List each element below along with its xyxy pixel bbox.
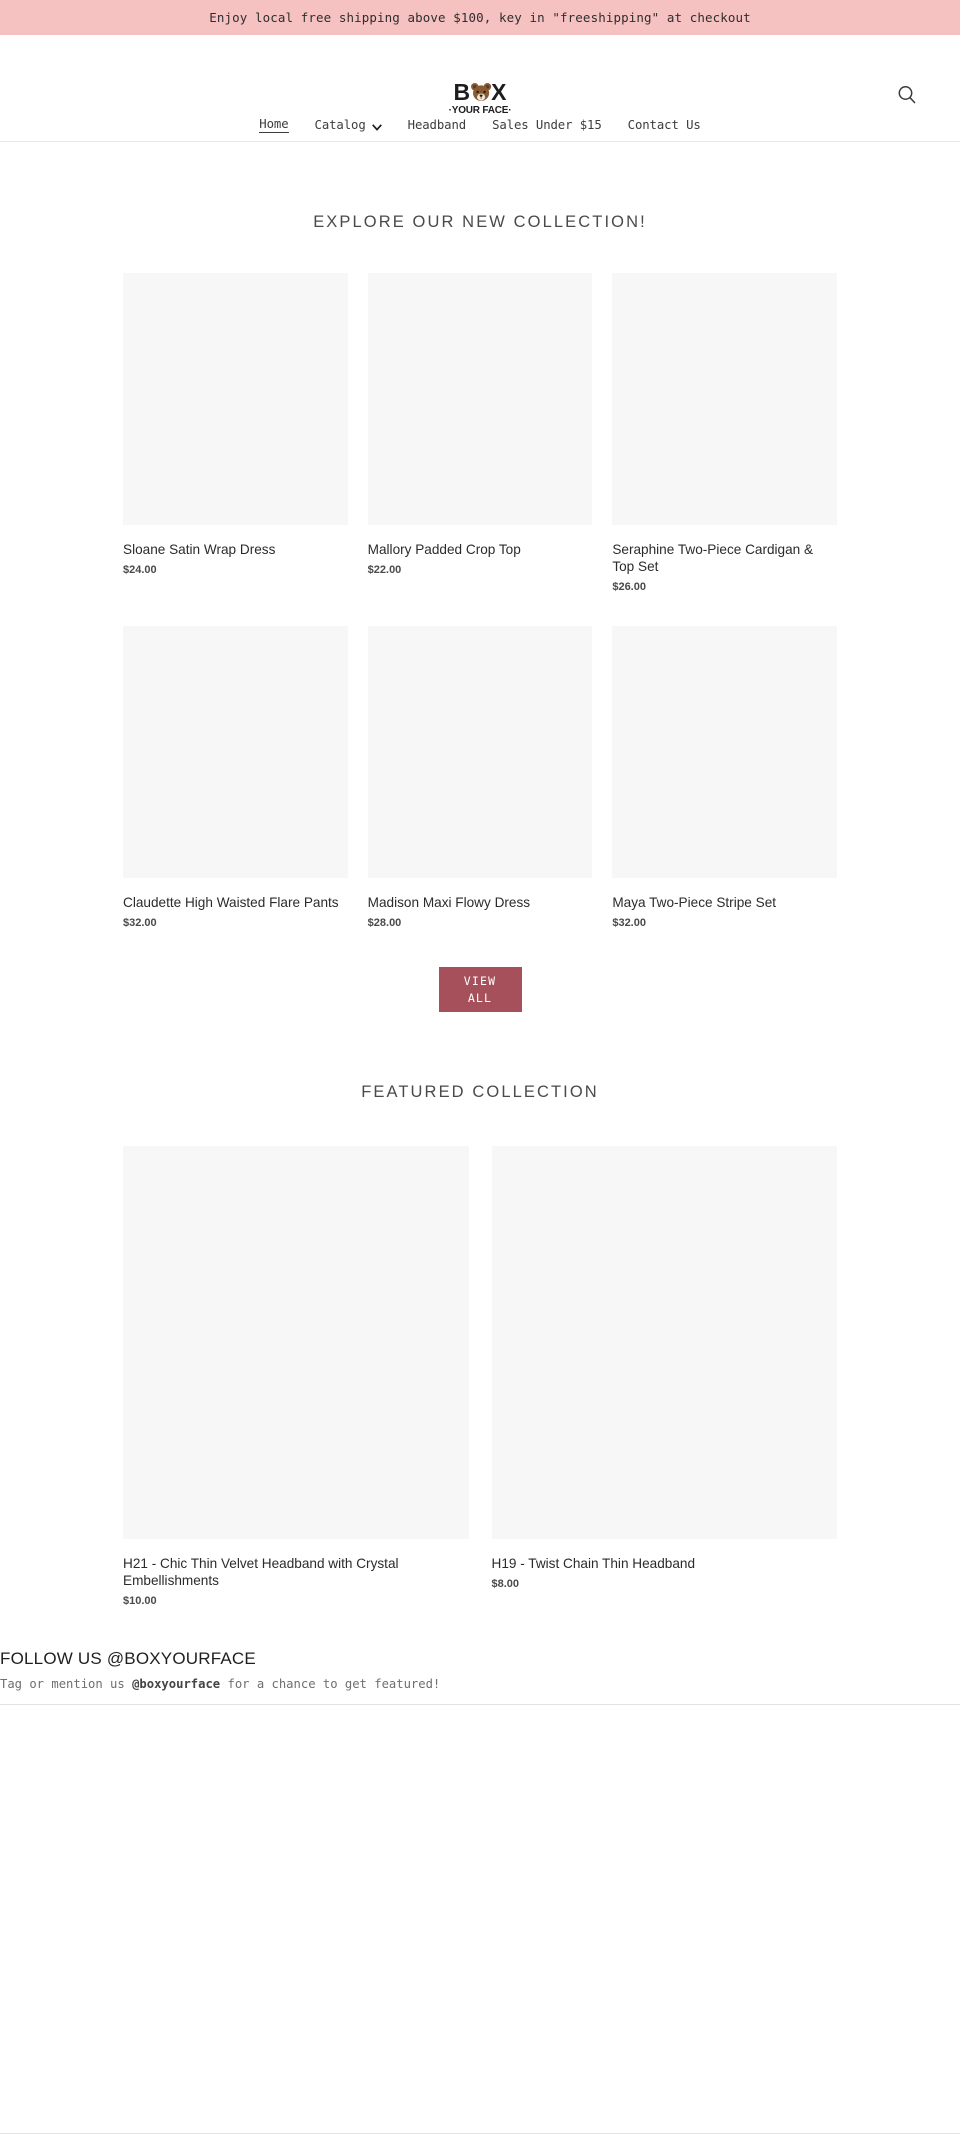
follow-us-heading: FOLLOW US @BOXYOURFACE (0, 1649, 256, 1668)
nav-label: Headband (407, 118, 467, 132)
logo-wordmark: B X (449, 81, 512, 104)
product-price: $32.00 (123, 917, 157, 929)
nav-label: Sales Under $15 (492, 118, 602, 132)
featured-collection-section: FEATURED COLLECTION H21 - Chic Thin Velv… (0, 1083, 960, 1607)
new-collection-heading: EXPLORE OUR NEW COLLECTION! (313, 213, 647, 231)
product-card[interactable]: Mallory Padded Crop Top $22.00 (367, 273, 593, 593)
logo-tagline: ·YOUR FACE· (448, 105, 512, 116)
product-price: $24.00 (123, 564, 157, 576)
follow-us-subtitle: Tag or mention us @boxyourface for a cha… (0, 1677, 960, 1691)
follow-sub-before: Tag or mention us (0, 1677, 133, 1691)
nav-label: Home (259, 117, 289, 133)
featured-collection-grid: H21 - Chic Thin Velvet Headband with Cry… (0, 1146, 960, 1607)
product-price: $26.00 (612, 581, 646, 593)
view-all-container: VIEW ALL (0, 967, 960, 1012)
product-card[interactable]: H19 - Twist Chain Thin Headband $8.00 (491, 1146, 837, 1607)
view-all-button[interactable]: VIEW ALL (438, 967, 522, 1012)
view-all-line-1: VIEW (463, 973, 497, 988)
product-price: $32.00 (612, 917, 646, 929)
follow-handle[interactable]: @boxyourface (132, 1677, 220, 1691)
product-image (367, 626, 593, 878)
nav-label: Contact Us (627, 118, 701, 132)
product-image (123, 626, 348, 878)
product-title: Maya Two-Piece Stripe Set (612, 895, 777, 910)
product-card[interactable]: Seraphine Two-Piece Cardigan & Top Set $… (612, 273, 837, 593)
new-collection-grid: Sloane Satin Wrap Dress $24.00 Mallory P… (0, 273, 960, 929)
product-title: Claudette High Waisted Flare Pants (123, 895, 339, 910)
announcement-text: Enjoy local free shipping above $100, ke… (209, 10, 751, 25)
product-image (123, 273, 348, 525)
product-price: $10.00 (123, 1595, 157, 1607)
nav-item-headband[interactable]: Headband (395, 118, 479, 132)
product-image (491, 1146, 837, 1539)
product-card[interactable]: Maya Two-Piece Stripe Set $32.00 (612, 626, 837, 929)
site-header: B X ·YOUR FACE· Home Catalog Headband Sa… (0, 35, 960, 142)
logo-letter-b: B (453, 79, 471, 105)
chevron-down-icon (371, 121, 382, 132)
product-image (367, 273, 593, 525)
follow-sub-after: for a chance to get featured! (220, 1677, 441, 1691)
featured-collection-heading: FEATURED COLLECTION (361, 1083, 599, 1101)
product-card[interactable]: Madison Maxi Flowy Dress $28.00 (367, 626, 593, 929)
product-card[interactable]: H21 - Chic Thin Velvet Headband with Cry… (123, 1146, 469, 1607)
product-price: $8.00 (491, 1578, 520, 1590)
nav-item-sales-under-15[interactable]: Sales Under $15 (479, 118, 615, 132)
nav-item-home[interactable]: Home (246, 117, 301, 133)
bear-head-icon (469, 81, 492, 104)
product-price: $22.00 (367, 564, 402, 576)
logo-letter-x: X (491, 79, 507, 105)
follow-us-section: FOLLOW US @BOXYOURFACE Tag or mention us… (0, 1649, 960, 2134)
product-title: Seraphine Two-Piece Cardigan & Top Set (612, 542, 814, 574)
product-title: Madison Maxi Flowy Dress (367, 895, 531, 910)
product-title: Mallory Padded Crop Top (367, 542, 521, 557)
announcement-bar: Enjoy local free shipping above $100, ke… (0, 0, 960, 35)
nav-label: Catalog (314, 118, 366, 132)
site-logo[interactable]: B X ·YOUR FACE· (449, 81, 512, 116)
main-navigation: Home Catalog Headband Sales Under $15 Co… (0, 117, 960, 133)
product-image (612, 626, 837, 878)
product-image (123, 1146, 469, 1539)
product-title: H19 - Twist Chain Thin Headband (491, 1556, 696, 1571)
product-card[interactable]: Sloane Satin Wrap Dress $24.00 (123, 273, 348, 593)
view-all-line-2: ALL (467, 990, 493, 1005)
nav-item-catalog[interactable]: Catalog (302, 118, 395, 132)
product-image (612, 273, 837, 525)
instagram-feed-embed[interactable] (0, 1704, 960, 2134)
product-title: H21 - Chic Thin Velvet Headband with Cry… (123, 1556, 399, 1588)
nav-item-contact-us[interactable]: Contact Us (615, 118, 714, 132)
product-title: Sloane Satin Wrap Dress (123, 542, 276, 557)
product-card[interactable]: Claudette High Waisted Flare Pants $32.0… (123, 626, 348, 929)
search-icon[interactable] (896, 84, 918, 106)
product-price: $28.00 (367, 917, 402, 929)
